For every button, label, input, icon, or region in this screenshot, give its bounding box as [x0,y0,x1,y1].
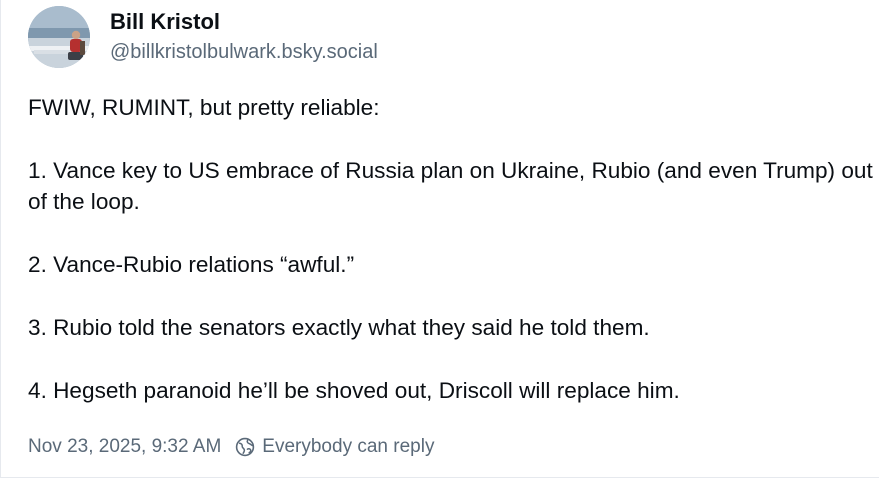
post-paragraph: 4. Hegseth paranoid he’ll be shoved out,… [28,378,680,403]
post-card: Bill Kristol @billkristolbulwark.bsky.so… [0,0,879,478]
post-author: Bill Kristol @billkristolbulwark.bsky.so… [110,9,378,64]
earth-globe-icon [235,437,255,457]
author-display-name[interactable]: Bill Kristol [110,9,378,35]
reply-setting-label[interactable]: Everybody can reply [262,436,434,458]
post-paragraph: 1. Vance key to US embrace of Russia pla… [28,158,873,214]
post-paragraph: FWIW, RUMINT, but pretty reliable: [28,95,380,120]
avatar[interactable] [28,6,90,68]
post-text: FWIW, RUMINT, but pretty reliable: 1. Va… [28,92,878,438]
post-timestamp[interactable]: Nov 23, 2025, 9:32 AM [28,436,221,458]
post-paragraph: 2. Vance-Rubio relations “awful.” [28,252,355,277]
post-meta: Nov 23, 2025, 9:32 AM Everybody can repl… [28,435,434,459]
post-paragraph: 3. Rubio told the senators exactly what … [28,315,650,340]
author-handle[interactable]: @billkristolbulwark.bsky.social [110,40,378,64]
profile-photo-icon [28,6,90,68]
